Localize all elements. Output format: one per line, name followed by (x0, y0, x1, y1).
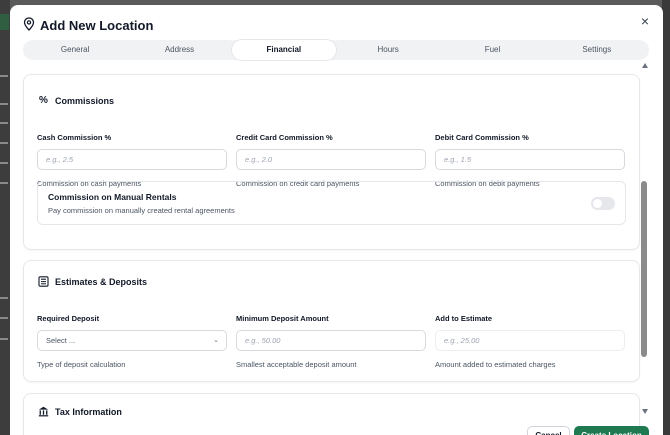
add-to-estimate-input[interactable] (435, 330, 625, 351)
required-deposit-select[interactable]: Select ... ⌄ (37, 330, 227, 351)
field-help: Amount added to estimated charges (435, 360, 556, 369)
scrollbar[interactable] (639, 63, 649, 415)
modal-title: Add New Location (40, 18, 154, 33)
section-title: Estimates & Deposits (55, 276, 148, 287)
field-label: Debit Card Commission % (435, 133, 529, 142)
manual-rentals-description: Pay commission on manually created renta… (48, 206, 235, 215)
required-deposit-field: Required Deposit Select ... ⌄ Type of de… (37, 314, 227, 369)
field-label: Add to Estimate (435, 314, 493, 323)
select-value: Select ... (46, 336, 76, 345)
field-label: Required Deposit (37, 314, 100, 323)
background-accent (0, 14, 9, 30)
percent-icon: % (39, 95, 48, 106)
tab-general[interactable]: General (23, 40, 127, 60)
estimates-deposits-section: Estimates & Deposits Required Deposit Se… (23, 260, 640, 382)
scroll-thumb[interactable] (641, 181, 647, 357)
bank-icon (38, 406, 49, 417)
minimum-deposit-input[interactable] (236, 330, 426, 351)
minimum-deposit-field: Minimum Deposit Amount Smallest acceptab… (236, 314, 426, 369)
manual-rentals-title: Commission on Manual Rentals (48, 192, 177, 202)
scroll-up-arrow[interactable] (642, 63, 648, 68)
add-to-estimate-field: Add to Estimate Amount added to estimate… (435, 314, 625, 369)
field-help: Type of deposit calculation (37, 360, 126, 369)
field-label: Credit Card Commission % (236, 133, 333, 142)
cash-commission-input[interactable] (37, 149, 227, 170)
background-mark (0, 122, 8, 124)
field-help: Smallest acceptable deposit amount (236, 360, 357, 369)
commissions-header: % Commissions (38, 95, 114, 106)
background-mark (0, 317, 8, 319)
tab-hours[interactable]: Hours (336, 40, 440, 60)
tab-fuel[interactable]: Fuel (440, 40, 544, 60)
modal-scroll-content: % Commissions Cash Commission % Commissi… (10, 68, 650, 435)
toggle-knob (593, 199, 602, 208)
commissions-section: % Commissions Cash Commission % Commissi… (23, 74, 640, 250)
background-right-edge (662, 0, 670, 435)
background-mark (0, 338, 8, 340)
cash-commission-field: Cash Commission % Commission on cash pay… (37, 133, 227, 188)
calculator-icon (38, 276, 49, 287)
background-mark (0, 162, 8, 164)
modal-header: Add New Location × (10, 5, 663, 39)
scroll-down-arrow[interactable] (642, 409, 648, 414)
field-label: Cash Commission % (37, 133, 112, 142)
section-title: Commissions (55, 95, 115, 106)
chevron-down-icon: ⌄ (213, 337, 219, 344)
background-mark (0, 75, 8, 77)
background-mark (0, 182, 8, 184)
debit-card-commission-input[interactable] (435, 149, 625, 170)
add-location-modal: Add New Location × General Address Finan… (10, 5, 663, 435)
credit-card-commission-field: Credit Card Commission % Commission on c… (236, 133, 426, 188)
close-button[interactable]: × (637, 13, 653, 29)
credit-card-commission-input[interactable] (236, 149, 426, 170)
tab-financial[interactable]: Financial (231, 40, 336, 60)
tab-bar: General Address Financial Hours Fuel Set… (23, 40, 649, 60)
manual-rentals-toggle[interactable] (591, 197, 615, 210)
map-pin-icon (23, 17, 35, 31)
background-mark (0, 297, 8, 299)
manual-rentals-card: Commission on Manual Rentals Pay commiss… (37, 181, 626, 225)
create-location-button[interactable]: Create Location (574, 426, 649, 435)
estimates-header: Estimates & Deposits (38, 276, 147, 287)
background-mark (0, 142, 8, 144)
section-title: Tax Information (55, 406, 122, 417)
tab-address[interactable]: Address (127, 40, 231, 60)
cancel-button[interactable]: Cancel (527, 426, 570, 435)
background-sidebar (0, 0, 10, 435)
field-label: Minimum Deposit Amount (236, 314, 329, 323)
debit-card-commission-field: Debit Card Commission % Commission on de… (435, 133, 625, 188)
tax-header: Tax Information (38, 406, 122, 417)
background-mark (0, 103, 8, 105)
tab-settings[interactable]: Settings (545, 40, 649, 60)
